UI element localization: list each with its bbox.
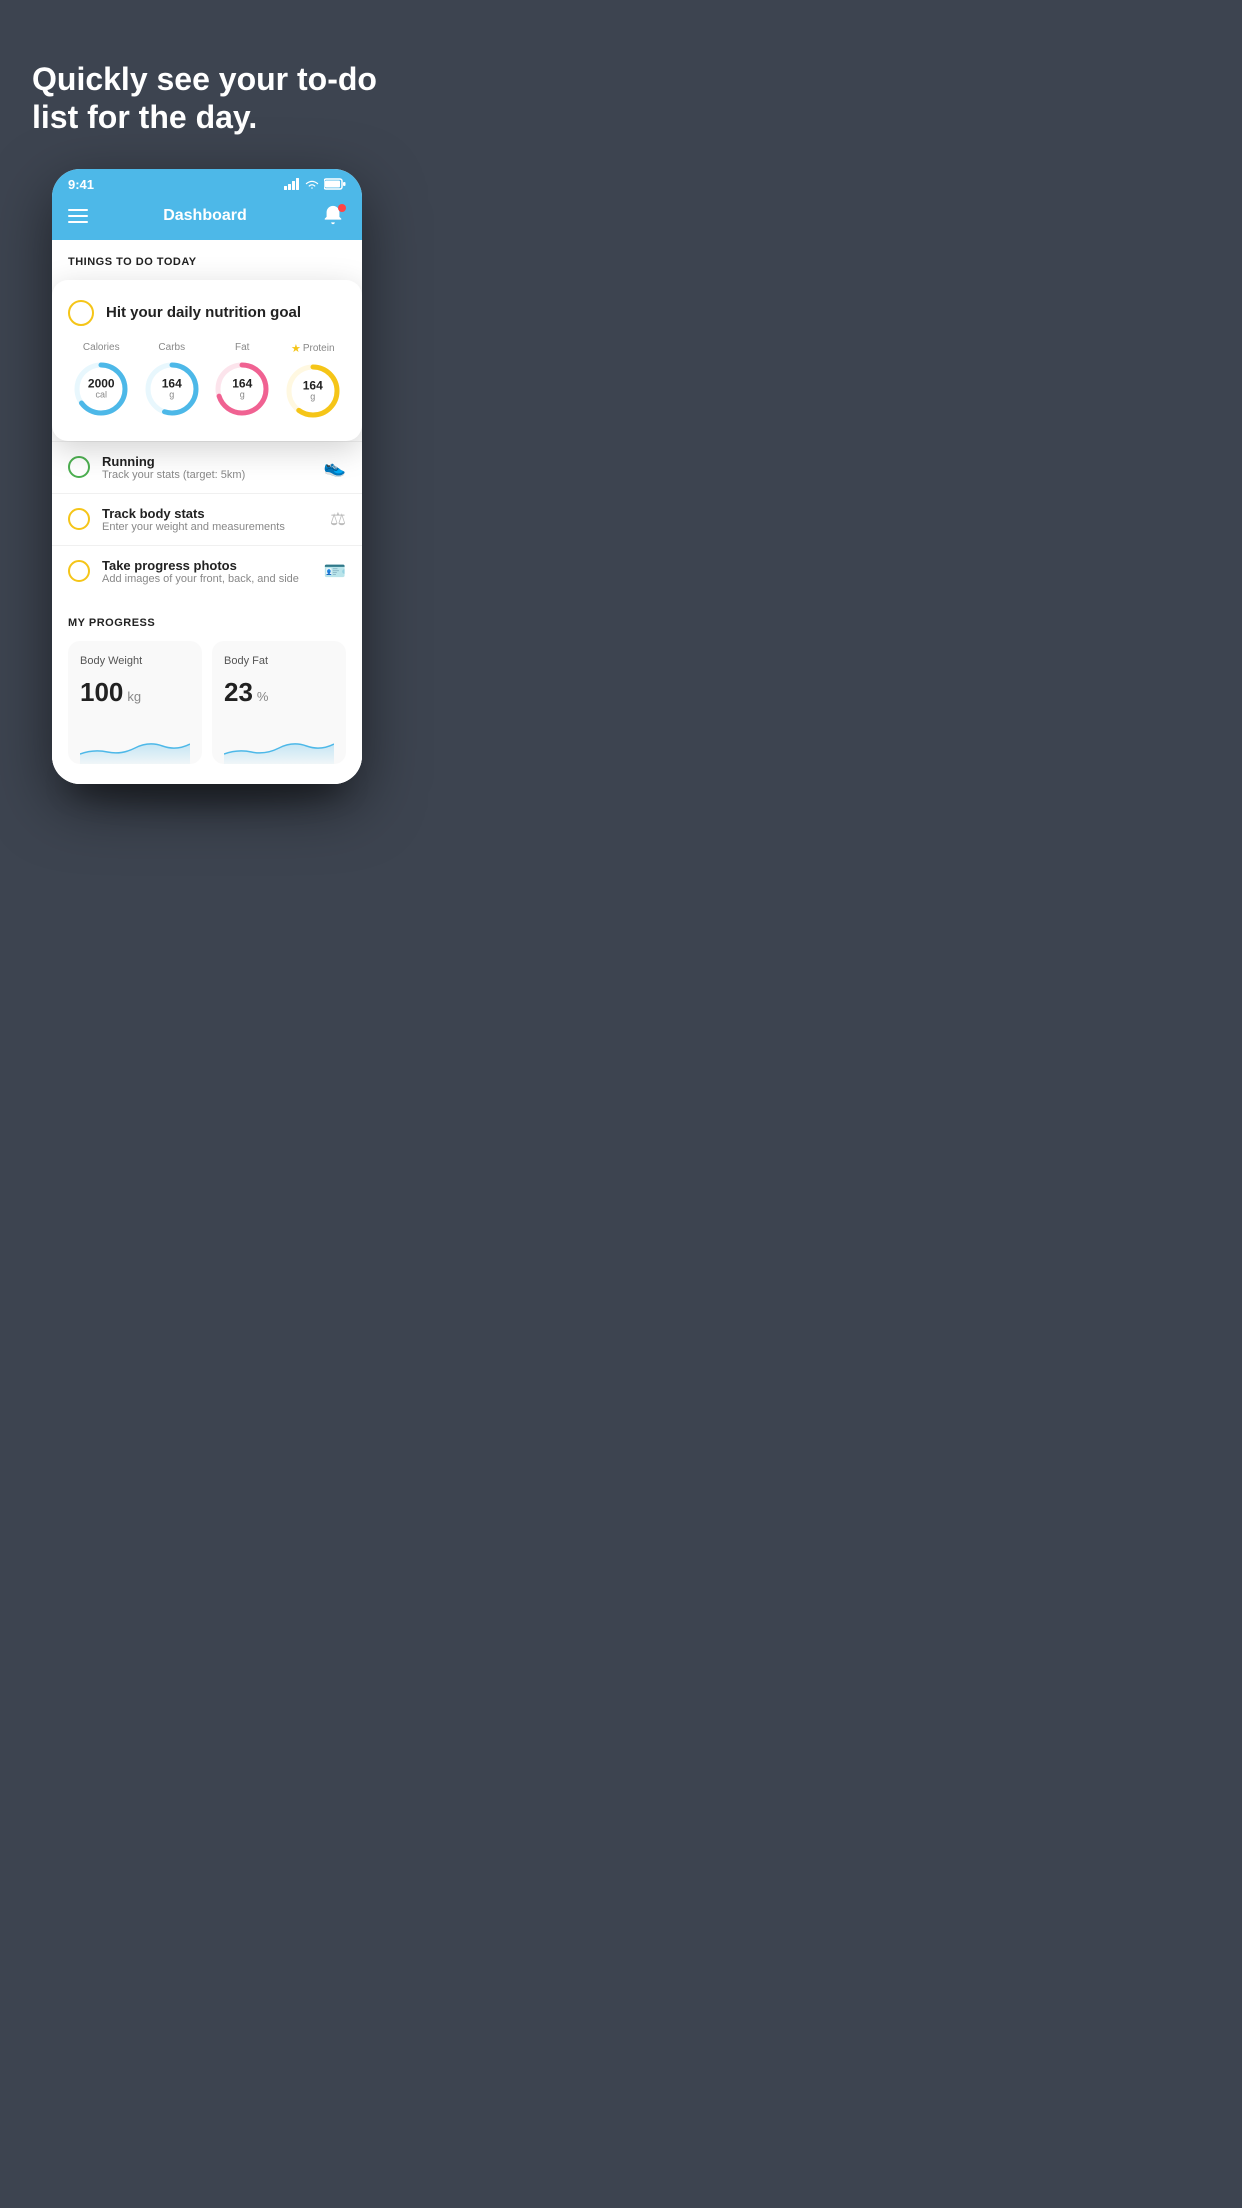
hero-text: Quickly see your to-do list for the day. (0, 0, 414, 169)
wifi-icon (304, 178, 320, 190)
protein-label: ★Protein (291, 342, 335, 355)
todo-text-progress-photos: Take progress photos Add images of your … (102, 558, 312, 585)
nutrition-label-calories: Calories (83, 342, 120, 353)
donut-protein: 164 g (283, 361, 343, 421)
progress-card-title-body-fat: Body Fat (224, 655, 334, 667)
todo-icon-running: 👟 (324, 457, 346, 478)
nutrition-item-protein: ★Protein 164 g (283, 342, 343, 421)
todo-title-running: Running (102, 454, 312, 469)
todo-item-body-stats[interactable]: Track body stats Enter your weight and m… (52, 493, 362, 545)
nutrition-card: Hit your daily nutrition goal Calories 2… (52, 280, 362, 441)
donut-text-carbs: 164 g (162, 377, 182, 400)
phone-mockup: 9:41 (0, 169, 414, 784)
todo-list: Running Track your stats (target: 5km) 👟… (52, 441, 362, 597)
progress-value-body-fat: 23 (224, 677, 253, 708)
nav-title: Dashboard (163, 207, 247, 225)
card-title-row: Hit your daily nutrition goal (68, 300, 346, 326)
progress-chart-body-fat (224, 724, 334, 764)
progress-cards: Body Weight 100 kg Body Fat 23 % (68, 641, 346, 784)
nutrition-label-fat: Fat (235, 342, 249, 353)
progress-unit-body-fat: % (257, 689, 269, 704)
donut-text-calories: 2000 cal (88, 377, 115, 400)
todo-icon-progress-photos: 🪪 (324, 561, 346, 582)
nutrition-label-carbs: Carbs (158, 342, 185, 353)
todo-circle-body-stats (68, 508, 90, 530)
status-time: 9:41 (68, 177, 94, 192)
progress-card-body-weight[interactable]: Body Weight 100 kg (68, 641, 202, 764)
battery-icon (324, 178, 346, 190)
todo-item-running[interactable]: Running Track your stats (target: 5km) 👟 (52, 441, 362, 493)
todo-text-running: Running Track your stats (target: 5km) (102, 454, 312, 481)
notifications-button[interactable] (322, 204, 346, 228)
progress-value-row-body-weight: 100 kg (80, 677, 190, 708)
nutrition-item-carbs: Carbs 164 g (142, 342, 202, 421)
status-icons (284, 178, 346, 190)
progress-card-body-fat[interactable]: Body Fat 23 % (212, 641, 346, 764)
todo-item-progress-photos[interactable]: Take progress photos Add images of your … (52, 545, 362, 597)
things-to-do-header: THINGS TO DO TODAY (52, 240, 362, 276)
progress-value-body-weight: 100 (80, 677, 123, 708)
donut-calories: 2000 cal (71, 359, 131, 419)
progress-unit-body-weight: kg (127, 689, 141, 704)
todo-sub-progress-photos: Add images of your front, back, and side (102, 573, 312, 585)
todo-circle-running (68, 456, 90, 478)
phone-frame: 9:41 (52, 169, 362, 784)
progress-value-row-body-fat: 23 % (224, 677, 334, 708)
nutrition-item-calories: Calories 2000 cal (71, 342, 131, 421)
nutrition-item-fat: Fat 164 g (212, 342, 272, 421)
progress-section: MY PROGRESS Body Weight 100 kg Body Fat (52, 597, 362, 784)
menu-button[interactable] (68, 209, 88, 223)
todo-text-body-stats: Track body stats Enter your weight and m… (102, 506, 318, 533)
signal-icon (284, 178, 300, 190)
donut-fat: 164 g (212, 359, 272, 419)
notification-dot (338, 204, 346, 212)
nutrition-card-title: Hit your daily nutrition goal (106, 304, 301, 321)
star-icon: ★ (291, 342, 301, 355)
progress-chart-body-weight (80, 724, 190, 764)
nav-bar: Dashboard (52, 196, 362, 240)
nutrition-check-circle[interactable] (68, 300, 94, 326)
progress-title: MY PROGRESS (68, 617, 346, 629)
phone-content: THINGS TO DO TODAY Hit your daily nutrit… (52, 240, 362, 784)
nutrition-row: Calories 2000 cal Carbs 164 g Fat (68, 342, 346, 421)
todo-title-body-stats: Track body stats (102, 506, 318, 521)
protein-label-text: Protein (303, 343, 335, 354)
todo-title-progress-photos: Take progress photos (102, 558, 312, 573)
donut-text-protein: 164 g (303, 379, 323, 402)
todo-circle-progress-photos (68, 560, 90, 582)
todo-icon-body-stats: ⚖ (330, 509, 346, 530)
todo-sub-body-stats: Enter your weight and measurements (102, 521, 318, 533)
status-bar: 9:41 (52, 169, 362, 196)
progress-card-title-body-weight: Body Weight (80, 655, 190, 667)
donut-carbs: 164 g (142, 359, 202, 419)
todo-sub-running: Track your stats (target: 5km) (102, 469, 312, 481)
donut-text-fat: 164 g (232, 377, 252, 400)
